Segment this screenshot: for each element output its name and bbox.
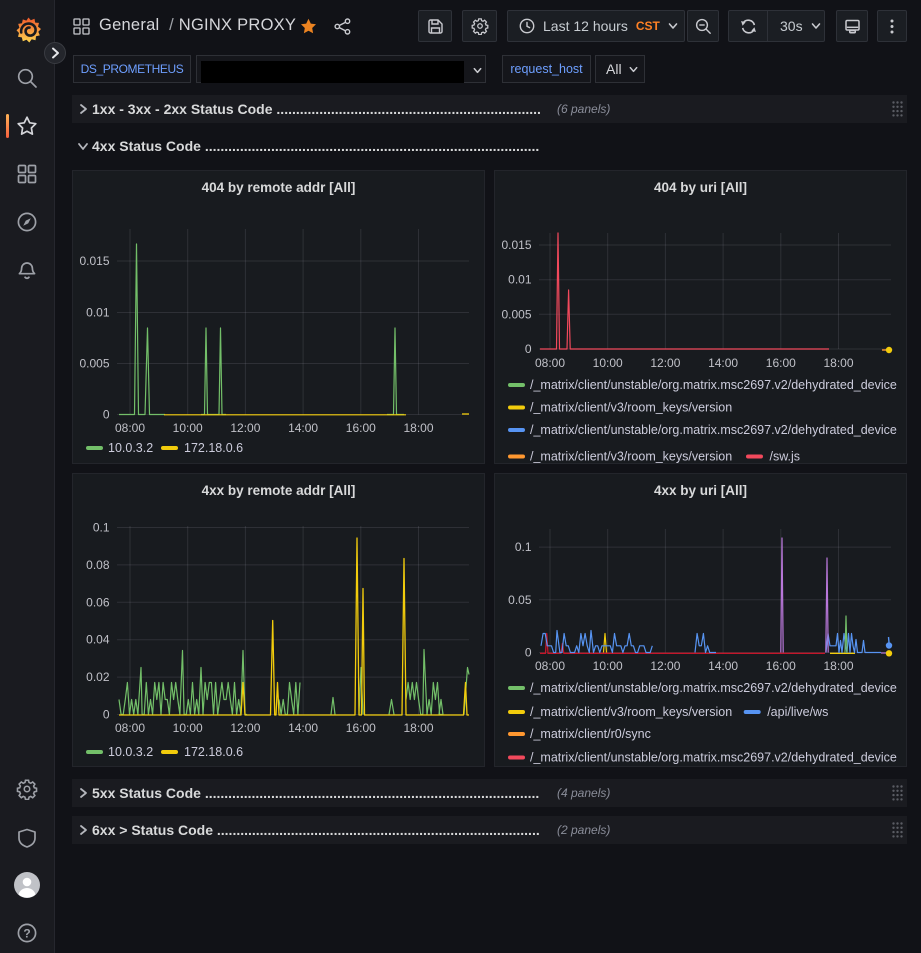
svg-text:12:00: 12:00 — [650, 659, 680, 673]
svg-text:10:00: 10:00 — [173, 421, 203, 435]
svg-text:14:00: 14:00 — [708, 356, 738, 370]
svg-text:0.02: 0.02 — [86, 670, 110, 684]
svg-text:12:00: 12:00 — [650, 356, 680, 370]
svg-text:0: 0 — [103, 408, 110, 422]
svg-text:10:00: 10:00 — [593, 659, 623, 673]
svg-text:/_matrix/client/unstable/org.m: /_matrix/client/unstable/org.matrix.msc2… — [530, 681, 897, 695]
svg-text:0.04: 0.04 — [86, 633, 110, 647]
svg-text:18:00: 18:00 — [403, 721, 433, 735]
svg-text:0.015: 0.015 — [501, 238, 531, 252]
svg-text:0.1: 0.1 — [515, 540, 532, 554]
svg-text:0: 0 — [103, 708, 110, 722]
svg-text:10:00: 10:00 — [593, 356, 623, 370]
svg-text:/_matrix/client/v3/room_keys/v: /_matrix/client/v3/room_keys/version — [530, 450, 732, 464]
svg-text:16:00: 16:00 — [766, 356, 796, 370]
svg-text:16:00: 16:00 — [346, 421, 376, 435]
svg-text:0.06: 0.06 — [86, 595, 110, 609]
svg-text:/_matrix/client/unstable/org.m: /_matrix/client/unstable/org.matrix.msc2… — [530, 423, 897, 437]
svg-text:/sw.js: /sw.js — [770, 450, 801, 464]
svg-text:18:00: 18:00 — [403, 421, 433, 435]
svg-text:/_matrix/client/unstable/org.m: /_matrix/client/unstable/org.matrix.msc2… — [530, 751, 897, 765]
svg-text:0.01: 0.01 — [86, 306, 110, 320]
svg-text:/api/live/ws: /api/live/ws — [767, 705, 828, 719]
svg-text:0.1: 0.1 — [93, 521, 110, 535]
svg-text:18:00: 18:00 — [823, 356, 853, 370]
svg-text:16:00: 16:00 — [346, 721, 376, 735]
svg-text:0: 0 — [525, 646, 532, 660]
svg-text:16:00: 16:00 — [766, 659, 796, 673]
svg-text:10.0.3.2: 10.0.3.2 — [108, 745, 153, 759]
svg-text:172.18.0.6: 172.18.0.6 — [184, 441, 243, 455]
svg-text:12:00: 12:00 — [230, 721, 260, 735]
svg-text:14:00: 14:00 — [288, 421, 318, 435]
svg-text:0.015: 0.015 — [79, 254, 109, 268]
svg-text:14:00: 14:00 — [288, 721, 318, 735]
svg-text:08:00: 08:00 — [535, 356, 565, 370]
svg-text:0.005: 0.005 — [501, 307, 531, 321]
svg-text:0.01: 0.01 — [508, 273, 532, 287]
svg-text:10.0.3.2: 10.0.3.2 — [108, 441, 153, 455]
svg-text:/_matrix/client/r0/sync: /_matrix/client/r0/sync — [530, 727, 651, 741]
svg-text:0.05: 0.05 — [508, 593, 532, 607]
svg-text:10:00: 10:00 — [173, 721, 203, 735]
svg-text:172.18.0.6: 172.18.0.6 — [184, 745, 243, 759]
svg-text:12:00: 12:00 — [230, 421, 260, 435]
svg-text:18:00: 18:00 — [823, 659, 853, 673]
svg-text:?: ? — [23, 927, 30, 941]
svg-text:/_matrix/client/v3/room_keys/v: /_matrix/client/v3/room_keys/version — [530, 401, 732, 415]
svg-text:/_matrix/client/v3/room_keys/v: /_matrix/client/v3/room_keys/version — [530, 705, 732, 719]
svg-text:0: 0 — [525, 342, 532, 356]
svg-text:08:00: 08:00 — [115, 421, 145, 435]
svg-text:/_matrix/client/unstable/org.m: /_matrix/client/unstable/org.matrix.msc2… — [530, 378, 897, 392]
svg-text:08:00: 08:00 — [535, 659, 565, 673]
svg-text:08:00: 08:00 — [115, 721, 145, 735]
svg-text:0.08: 0.08 — [86, 558, 110, 572]
svg-text:14:00: 14:00 — [708, 659, 738, 673]
svg-text:0.005: 0.005 — [79, 357, 109, 371]
